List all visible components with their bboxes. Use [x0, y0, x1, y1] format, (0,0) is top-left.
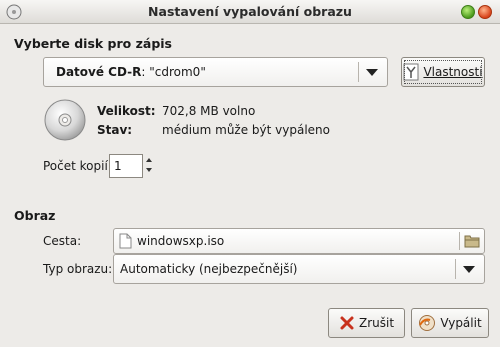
cd-disc-icon: [44, 99, 86, 141]
window-title: Nastavení vypalování obrazu: [148, 4, 352, 19]
spin-down-icon[interactable]: [146, 168, 152, 172]
close-icon[interactable]: [478, 5, 492, 19]
size-value: 702,8 MB volno: [162, 104, 256, 118]
cancel-button[interactable]: Zrušit: [328, 308, 405, 338]
status-label: Stav:: [97, 123, 133, 137]
burn-label: Vypálit: [440, 316, 482, 330]
image-type-select[interactable]: Automaticky (nejbezpečnější): [113, 254, 485, 284]
copies-value: 1: [114, 159, 122, 173]
drive-type: Datové CD-R: [56, 65, 142, 79]
burn-button[interactable]: Vypálit: [411, 308, 489, 338]
cancel-x-icon: [340, 316, 354, 330]
title-bar: Nastavení vypalování obrazu: [0, 0, 500, 24]
properties-button[interactable]: Vlastnosti: [401, 57, 485, 87]
drive-name: : "cdrom0": [141, 65, 206, 79]
cancel-label: Zrušit: [358, 316, 395, 330]
disk-section-title: Vyberte disk pro zápis: [14, 36, 172, 51]
spin-up-icon[interactable]: [146, 158, 152, 162]
copies-label: Počet kopií: [43, 159, 108, 173]
status-value: médium může být vypáleno: [162, 123, 330, 137]
maximize-icon[interactable]: [461, 5, 475, 19]
drive-select[interactable]: Datové CD-R: "cdrom0": [43, 57, 388, 87]
properties-icon: [403, 63, 419, 81]
burn-icon: [419, 315, 436, 331]
path-label: Cesta:: [43, 234, 82, 248]
size-label: Velikost:: [97, 104, 156, 118]
path-file-chooser[interactable]: windowsxp.iso: [113, 228, 485, 254]
path-value: windowsxp.iso: [137, 234, 225, 248]
file-icon: [119, 233, 132, 249]
image-section-title: Obraz: [14, 208, 56, 223]
copies-spinner[interactable]: 1: [109, 154, 143, 178]
dropdown-arrow-icon: [366, 69, 378, 76]
folder-icon: [464, 235, 480, 248]
dropdown-arrow-icon: [463, 266, 475, 273]
properties-label: Vlastnosti: [423, 65, 483, 79]
image-type-value: Automaticky (nejbezpečnější): [120, 262, 298, 276]
type-label: Typ obrazu:: [43, 262, 113, 276]
